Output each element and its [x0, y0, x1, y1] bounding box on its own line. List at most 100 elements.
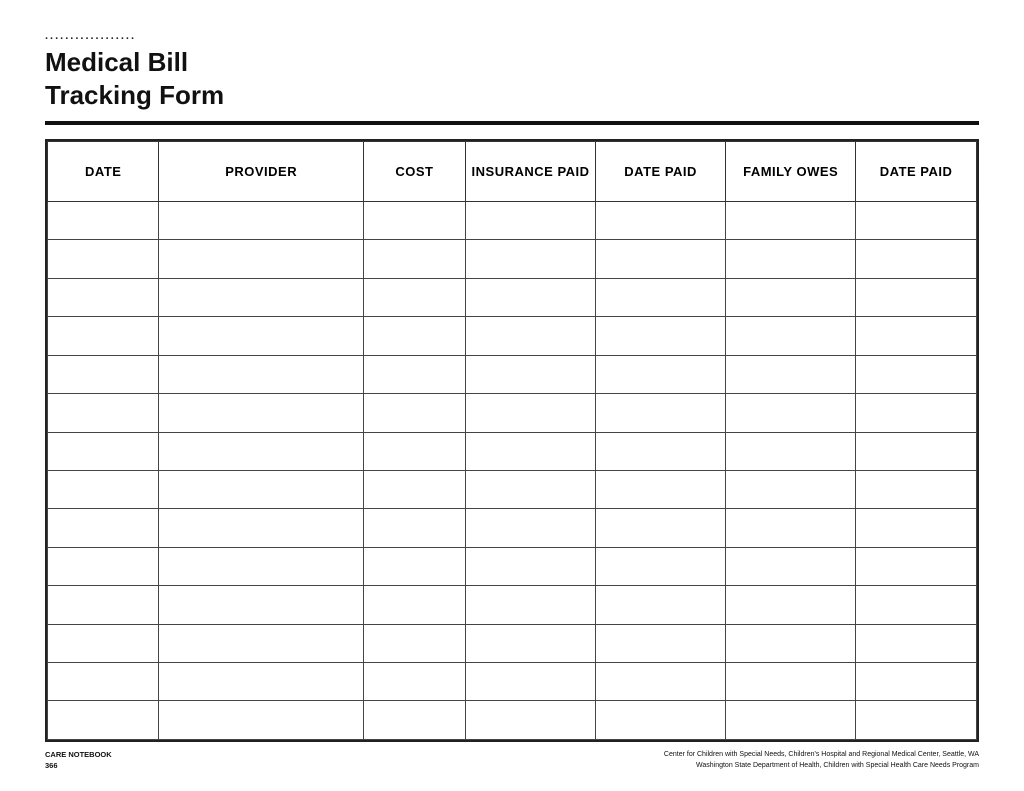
table-cell[interactable] — [159, 701, 363, 740]
table-cell[interactable] — [856, 701, 977, 740]
table-cell[interactable] — [856, 432, 977, 470]
table-cell[interactable] — [856, 317, 977, 355]
table-cell[interactable] — [466, 701, 596, 740]
table-cell[interactable] — [466, 663, 596, 701]
table-cell[interactable] — [363, 394, 465, 432]
table-cell[interactable] — [363, 432, 465, 470]
table-cell[interactable] — [596, 624, 726, 662]
table-cell[interactable] — [466, 317, 596, 355]
table-cell[interactable] — [48, 432, 159, 470]
table-cell[interactable] — [159, 470, 363, 508]
table-cell[interactable] — [726, 317, 856, 355]
table-cell[interactable] — [726, 701, 856, 740]
table-cell[interactable] — [48, 240, 159, 278]
table-cell[interactable] — [726, 663, 856, 701]
table-cell[interactable] — [726, 278, 856, 316]
table-cell[interactable] — [726, 394, 856, 432]
table-cell[interactable] — [726, 355, 856, 393]
table-cell[interactable] — [48, 663, 159, 701]
table-cell[interactable] — [466, 432, 596, 470]
table-cell[interactable] — [596, 355, 726, 393]
table-cell[interactable] — [856, 586, 977, 624]
table-cell[interactable] — [726, 509, 856, 547]
table-cell[interactable] — [466, 278, 596, 316]
table-cell[interactable] — [726, 240, 856, 278]
table-cell[interactable] — [363, 663, 465, 701]
table-cell[interactable] — [363, 240, 465, 278]
table-cell[interactable] — [856, 624, 977, 662]
table-cell[interactable] — [596, 432, 726, 470]
table-cell[interactable] — [363, 202, 465, 240]
table-cell[interactable] — [596, 663, 726, 701]
table-cell[interactable] — [726, 470, 856, 508]
table-cell[interactable] — [856, 547, 977, 585]
table-cell[interactable] — [466, 202, 596, 240]
table-cell[interactable] — [596, 278, 726, 316]
table-cell[interactable] — [856, 470, 977, 508]
table-cell[interactable] — [596, 586, 726, 624]
table-cell[interactable] — [159, 432, 363, 470]
table-cell[interactable] — [856, 509, 977, 547]
table-cell[interactable] — [856, 240, 977, 278]
table-cell[interactable] — [48, 701, 159, 740]
table-cell[interactable] — [596, 547, 726, 585]
table-cell[interactable] — [363, 701, 465, 740]
table-cell[interactable] — [596, 509, 726, 547]
table-cell[interactable] — [159, 240, 363, 278]
table-cell[interactable] — [48, 202, 159, 240]
table-cell[interactable] — [48, 624, 159, 662]
table-cell[interactable] — [856, 663, 977, 701]
table-cell[interactable] — [856, 355, 977, 393]
table-cell[interactable] — [466, 624, 596, 662]
table-cell[interactable] — [466, 470, 596, 508]
table-cell[interactable] — [726, 586, 856, 624]
table-cell[interactable] — [48, 317, 159, 355]
table-cell[interactable] — [596, 240, 726, 278]
table-cell[interactable] — [159, 278, 363, 316]
table-cell[interactable] — [726, 432, 856, 470]
table-cell[interactable] — [48, 547, 159, 585]
table-cell[interactable] — [596, 317, 726, 355]
table-cell[interactable] — [48, 394, 159, 432]
table-cell[interactable] — [159, 547, 363, 585]
table-cell[interactable] — [159, 586, 363, 624]
table-cell[interactable] — [159, 509, 363, 547]
table-cell[interactable] — [466, 394, 596, 432]
table-cell[interactable] — [856, 278, 977, 316]
table-cell[interactable] — [856, 394, 977, 432]
table-cell[interactable] — [363, 470, 465, 508]
table-cell[interactable] — [726, 547, 856, 585]
table-cell[interactable] — [856, 202, 977, 240]
table-cell[interactable] — [48, 509, 159, 547]
table-cell[interactable] — [726, 202, 856, 240]
table-cell[interactable] — [596, 202, 726, 240]
table-cell[interactable] — [363, 547, 465, 585]
table-cell[interactable] — [48, 470, 159, 508]
table-cell[interactable] — [363, 624, 465, 662]
table-cell[interactable] — [159, 624, 363, 662]
table-cell[interactable] — [48, 355, 159, 393]
tracking-table: DATE PROVIDER COST INSURANCE PAID DATE P… — [47, 141, 977, 740]
table-cell[interactable] — [363, 317, 465, 355]
table-cell[interactable] — [596, 470, 726, 508]
table-cell[interactable] — [466, 509, 596, 547]
table-cell[interactable] — [363, 586, 465, 624]
table-cell[interactable] — [466, 240, 596, 278]
table-cell[interactable] — [48, 278, 159, 316]
table-cell[interactable] — [363, 355, 465, 393]
table-cell[interactable] — [596, 701, 726, 740]
table-cell[interactable] — [466, 586, 596, 624]
table-cell[interactable] — [466, 355, 596, 393]
table-cell[interactable] — [159, 394, 363, 432]
table-cell[interactable] — [48, 586, 159, 624]
table-cell[interactable] — [726, 624, 856, 662]
table-cell[interactable] — [159, 355, 363, 393]
table-cell[interactable] — [159, 663, 363, 701]
table-cell[interactable] — [159, 202, 363, 240]
table-cell[interactable] — [363, 509, 465, 547]
table-cell[interactable] — [363, 278, 465, 316]
table-cell[interactable] — [159, 317, 363, 355]
table-cell[interactable] — [466, 547, 596, 585]
footer-credit-line2: Washington State Department of Health, C… — [664, 761, 979, 772]
table-cell[interactable] — [596, 394, 726, 432]
